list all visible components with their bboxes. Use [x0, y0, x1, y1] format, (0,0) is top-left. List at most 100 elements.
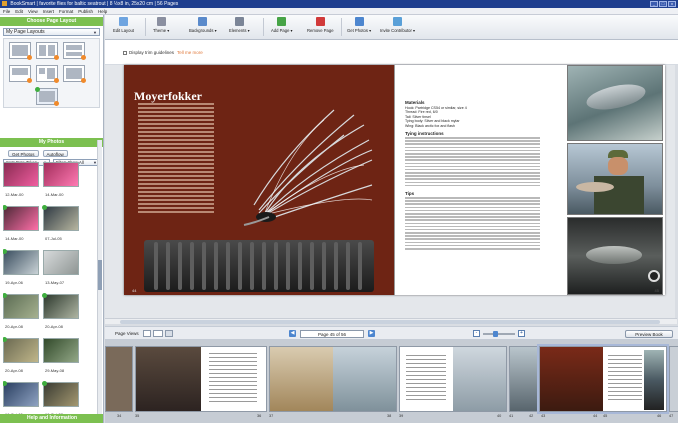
spread-thumb[interactable] [135, 346, 267, 412]
get-photos-toolbar-button[interactable]: Get Photos ▾ [347, 17, 371, 33]
backgrounds-label: Backgrounds ▾ [189, 28, 217, 33]
spread-thumb[interactable] [105, 346, 133, 412]
next-page-button[interactable]: ▶ [368, 330, 375, 337]
tell-me-more-link[interactable]: Tell me more [177, 50, 203, 55]
photo-thumb[interactable]: 12-Mar-00 [3, 162, 39, 205]
layout-thumb-selected[interactable] [35, 87, 59, 106]
layout-thumb[interactable] [63, 65, 86, 83]
photo-actions: Get Photos Autoflow [8, 150, 100, 157]
menu-format[interactable]: Format [59, 8, 73, 14]
layouts-select[interactable]: My Page Layouts ▼ [3, 28, 100, 36]
tying-block[interactable]: Tying instructions [405, 131, 540, 188]
backgrounds-button[interactable]: Backgrounds ▾ [189, 17, 217, 33]
scroll-thumb[interactable] [120, 320, 660, 324]
menu-view[interactable]: View [28, 8, 38, 14]
trim-guides-checkbox[interactable] [123, 51, 127, 55]
close-button[interactable]: x [668, 1, 676, 7]
get-photos-button[interactable]: Get Photos [8, 150, 39, 157]
fish-photo[interactable] [567, 217, 663, 295]
photo-thumb[interactable]: 20-Apr-08 [42, 293, 79, 337]
photo-thumb[interactable]: 14-Mar-00 [43, 162, 79, 205]
window-title: BookSmart | favorite flies for baltic se… [10, 1, 179, 7]
scroll-thumb[interactable] [98, 260, 102, 290]
photo-thumb[interactable]: 20-Apr-08 [3, 293, 39, 337]
autoflow-button[interactable]: Autoflow [42, 150, 68, 157]
page-title[interactable]: Moyerfokker [134, 89, 202, 104]
photo-thumb[interactable]: 16-Oct-00 [3, 381, 39, 417]
zoom-out-button[interactable]: - [473, 330, 480, 337]
page-number: 44 [132, 288, 137, 293]
spread-thumb[interactable] [399, 346, 507, 412]
right-page[interactable]: Materials Hook: Partridge CS54 or simila… [395, 65, 665, 295]
minimize-button[interactable]: _ [650, 1, 658, 7]
photo-thumb[interactable]: 07-Jul-05 [42, 205, 79, 249]
maximize-button[interactable]: □ [659, 1, 667, 7]
single-page-view-button[interactable] [143, 330, 151, 337]
zoom-in-button[interactable]: + [518, 330, 525, 337]
filmstrip: 34 35 36 37 38 39 40 41 42 43 44 45 46 4… [105, 340, 678, 423]
theme-label: Theme ▾ [153, 28, 170, 33]
menu-bar: File Edit View Insert Format Publish Hel… [0, 8, 678, 15]
filmstrip-page-number: 42 [529, 414, 534, 418]
photo-thumb[interactable]: 13-May-07 [43, 250, 79, 293]
layout-thumb[interactable] [9, 65, 32, 83]
page-number: 45 [654, 288, 659, 293]
remove-page-button[interactable]: Remove Page [307, 17, 334, 33]
orange-badge-icon [54, 78, 59, 83]
photos-header[interactable]: My Photos [0, 138, 103, 147]
remove-page-label: Remove Page [307, 28, 334, 33]
menu-help[interactable]: Help [98, 8, 107, 14]
check-icon [42, 381, 47, 386]
trout-photo[interactable] [567, 65, 663, 141]
left-page[interactable]: Moyerfokker 44 [124, 65, 394, 295]
invite-contributor-button[interactable]: Invite Contributor ▾ [380, 17, 415, 33]
edit-layout-button[interactable]: Edit Layout [113, 17, 134, 33]
menu-insert[interactable]: Insert [43, 8, 54, 14]
theme-button[interactable]: Theme ▾ [153, 17, 169, 33]
tips-block[interactable]: Tips [405, 191, 540, 251]
page-number-field[interactable]: Page 45 of 56 [300, 330, 364, 338]
preview-book-button[interactable]: Preview Book [625, 330, 673, 338]
previous-page-button[interactable]: ◀ [289, 330, 296, 337]
menu-publish[interactable]: Publish [78, 8, 93, 14]
photo-date: 12-Mar-00 [5, 192, 24, 197]
zoom-slider[interactable] [483, 331, 515, 337]
photo-thumb[interactable]: 19-Apr-06 [3, 249, 39, 293]
layout-thumb[interactable] [9, 42, 32, 60]
spread-thumb-selected[interactable] [537, 344, 669, 414]
photo-grid: 12-Mar-00 14-Mar-00 14-Mar-00 07-Jul-05 … [3, 162, 99, 417]
photo-thumb[interactable]: 29-May-08 [43, 338, 79, 381]
filmstrip-page-number: 46 [657, 414, 662, 418]
canvas-scrollbar[interactable] [105, 318, 677, 324]
angler-photo[interactable] [567, 143, 663, 215]
photo-date: 13-May-07 [45, 280, 65, 285]
menu-edit[interactable]: Edit [15, 8, 23, 14]
fly-photo[interactable] [204, 105, 374, 255]
layout-thumb[interactable] [36, 65, 59, 83]
layout-thumb[interactable] [36, 42, 59, 60]
spread-view-button[interactable] [153, 330, 163, 337]
orange-badge-icon [54, 55, 59, 60]
photo-thumb[interactable]: 16-Oct-07 [42, 381, 79, 417]
elements-button[interactable]: Elements ▾ [229, 17, 250, 33]
help-info-bar[interactable]: Help and Information [0, 414, 103, 423]
photos-scrollbar[interactable] [97, 140, 102, 420]
materials-block[interactable]: Materials Hook: Partridge CS54 or simila… [405, 100, 540, 128]
backgrounds-icon [198, 17, 208, 26]
separator [341, 18, 342, 36]
tips-heading: Tips [405, 191, 415, 196]
spread-thumb[interactable] [669, 346, 678, 412]
thumbnail-view-button[interactable] [165, 330, 173, 337]
zoom-slider-handle[interactable] [493, 331, 498, 337]
guides-bar: Display trim guidelines Tell me more [105, 40, 678, 65]
add-page-button[interactable]: Add Page ▾ [271, 17, 293, 33]
photo-thumb[interactable]: 14-Mar-00 [3, 205, 39, 249]
spread-thumb[interactable] [269, 346, 397, 412]
left-body-text[interactable] [138, 103, 214, 218]
trim-guides-label: Display trim guidelines [129, 50, 175, 55]
photo-thumb[interactable]: 20-Apr-08 [3, 337, 39, 381]
layouts-header[interactable]: Choose Page Layout [0, 17, 103, 26]
layout-thumb[interactable] [63, 42, 86, 60]
menu-file[interactable]: File [3, 8, 10, 14]
edit-layout-label: Edit Layout [113, 28, 134, 33]
